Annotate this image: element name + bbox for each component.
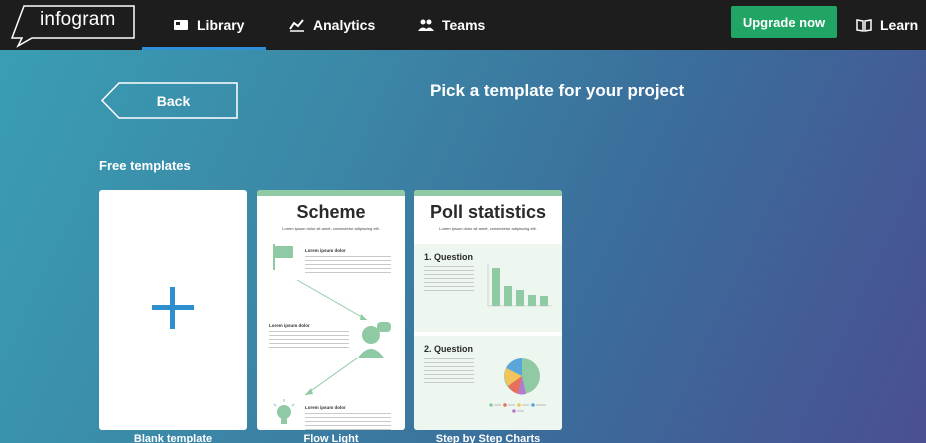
lightbulb-icon — [273, 399, 295, 424]
book-icon — [856, 19, 872, 32]
template-label-flow-light: Flow Light — [303, 433, 359, 443]
placeholder-text-lines — [305, 413, 391, 430]
question-heading: 1. Question — [424, 252, 474, 262]
template-card-step-by-step-charts[interactable]: Poll statistics Lorem ipsum dolor sit am… — [414, 190, 562, 430]
back-label: Back — [156, 92, 191, 109]
teams-icon — [418, 19, 434, 31]
library-icon — [174, 20, 188, 30]
nav-tab-library[interactable]: Library — [173, 0, 244, 50]
placeholder-text-lines — [424, 358, 474, 386]
page-title: Pick a template for your project — [430, 81, 685, 100]
step-heading: Lorem ipsum dolor — [269, 323, 310, 328]
placeholder-text-lines — [269, 331, 349, 351]
question-heading: 2. Question — [424, 344, 474, 354]
analytics-icon — [289, 19, 304, 32]
nav-tab-label: Teams — [442, 17, 486, 33]
nav-tab-label: Library — [197, 17, 245, 33]
logo-text: infogram — [40, 9, 116, 30]
flow-connector-arrows — [296, 279, 368, 396]
template-label-step-by-step-charts: Step by Step Charts — [435, 433, 541, 443]
pie-chart-thumbnail — [504, 358, 540, 395]
nav-tab-label: Analytics — [313, 17, 376, 33]
pie-legend — [489, 403, 546, 413]
bar-chart-thumbnail — [487, 264, 552, 307]
template-label-blank: Blank template — [133, 433, 213, 443]
placeholder-text-lines — [424, 266, 474, 294]
template-picker: Back Pick a template for your project Fr… — [0, 50, 926, 443]
template-card-flow-light[interactable]: Scheme Lorem ipsum dolor sit amet, conse… — [257, 190, 405, 430]
learn-link[interactable]: Learn — [856, 0, 918, 50]
template-preview-title: Poll statistics — [429, 202, 547, 222]
nav-tab-analytics[interactable]: Analytics — [289, 0, 375, 50]
template-card-blank[interactable] — [99, 190, 247, 430]
learn-label: Learn — [880, 17, 919, 33]
top-nav: infogram Library Analytics Teams Upgrade… — [0, 0, 926, 50]
infogram-logo[interactable]: infogram — [10, 2, 138, 48]
step-heading: Lorem ipsum dolor — [305, 405, 346, 410]
template-preview-subtitle: Lorem ipsum dolor sit amet, consectetur … — [439, 226, 537, 231]
card-accent-strip — [414, 190, 562, 196]
support-agent-icon — [358, 322, 391, 358]
back-button[interactable]: Back — [101, 82, 238, 119]
upgrade-now-button[interactable]: Upgrade now — [731, 6, 837, 38]
nav-tab-teams[interactable]: Teams — [418, 0, 485, 50]
plus-icon-bar — [152, 305, 194, 310]
section-title-free-templates: Free templates — [99, 158, 191, 173]
